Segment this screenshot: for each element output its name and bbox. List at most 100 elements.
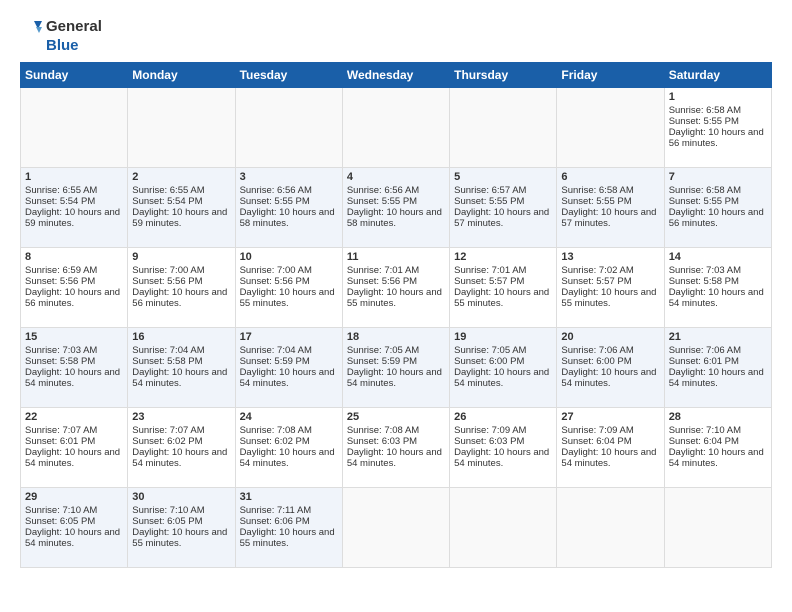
sunrise: Sunrise: 7:00 AM	[240, 265, 312, 276]
sunrise: Sunrise: 7:09 AM	[454, 425, 526, 436]
calendar-cell: 28Sunrise: 7:10 AMSunset: 6:04 PMDayligh…	[664, 407, 771, 487]
daylight: Daylight: 10 hours and 54 minutes.	[669, 287, 764, 309]
daylight: Daylight: 10 hours and 56 minutes.	[132, 287, 227, 309]
sunset: Sunset: 5:55 PM	[240, 196, 310, 207]
calendar-cell: 19Sunrise: 7:05 AMSunset: 6:00 PMDayligh…	[450, 327, 557, 407]
calendar-cell: 14Sunrise: 7:03 AMSunset: 5:58 PMDayligh…	[664, 247, 771, 327]
day-number: 2	[132, 171, 230, 183]
sunset: Sunset: 5:56 PM	[347, 276, 417, 287]
calendar-table: SundayMondayTuesdayWednesdayThursdayFrid…	[20, 62, 772, 568]
day-number: 1	[25, 171, 123, 183]
daylight: Daylight: 10 hours and 57 minutes.	[454, 207, 549, 229]
day-number: 23	[132, 411, 230, 423]
calendar-cell: 20Sunrise: 7:06 AMSunset: 6:00 PMDayligh…	[557, 327, 664, 407]
calendar-cell: 24Sunrise: 7:08 AMSunset: 6:02 PMDayligh…	[235, 407, 342, 487]
sunset: Sunset: 6:06 PM	[240, 516, 310, 527]
calendar-cell: 5Sunrise: 6:57 AMSunset: 5:55 PMDaylight…	[450, 167, 557, 247]
calendar-cell: 25Sunrise: 7:08 AMSunset: 6:03 PMDayligh…	[342, 407, 449, 487]
sunset: Sunset: 5:54 PM	[25, 196, 95, 207]
calendar-cell	[235, 87, 342, 167]
week-row-1: 1Sunrise: 6:55 AMSunset: 5:54 PMDaylight…	[21, 167, 772, 247]
sunset: Sunset: 5:55 PM	[669, 196, 739, 207]
week-row-5: 29Sunrise: 7:10 AMSunset: 6:05 PMDayligh…	[21, 487, 772, 567]
sunrise: Sunrise: 6:55 AM	[25, 185, 97, 196]
sunrise: Sunrise: 6:58 AM	[669, 105, 741, 116]
sunset: Sunset: 5:56 PM	[132, 276, 202, 287]
calendar-cell: 10Sunrise: 7:00 AMSunset: 5:56 PMDayligh…	[235, 247, 342, 327]
sunset: Sunset: 5:58 PM	[132, 356, 202, 367]
day-number: 1	[669, 91, 767, 103]
sunset: Sunset: 6:00 PM	[561, 356, 631, 367]
sunset: Sunset: 5:54 PM	[132, 196, 202, 207]
daylight: Daylight: 10 hours and 59 minutes.	[25, 207, 120, 229]
daylight: Daylight: 10 hours and 58 minutes.	[347, 207, 442, 229]
day-number: 18	[347, 331, 445, 343]
sunset: Sunset: 5:59 PM	[347, 356, 417, 367]
week-row-2: 8Sunrise: 6:59 AMSunset: 5:56 PMDaylight…	[21, 247, 772, 327]
sunset: Sunset: 6:05 PM	[25, 516, 95, 527]
week-row-4: 22Sunrise: 7:07 AMSunset: 6:01 PMDayligh…	[21, 407, 772, 487]
calendar-cell: 8Sunrise: 6:59 AMSunset: 5:56 PMDaylight…	[21, 247, 128, 327]
col-header-tuesday: Tuesday	[235, 62, 342, 87]
sunrise: Sunrise: 7:06 AM	[561, 345, 633, 356]
header-row: SundayMondayTuesdayWednesdayThursdayFrid…	[21, 62, 772, 87]
sunrise: Sunrise: 7:10 AM	[25, 505, 97, 516]
sunset: Sunset: 5:55 PM	[454, 196, 524, 207]
calendar-cell: 9Sunrise: 7:00 AMSunset: 5:56 PMDaylight…	[128, 247, 235, 327]
calendar-cell: 17Sunrise: 7:04 AMSunset: 5:59 PMDayligh…	[235, 327, 342, 407]
col-header-sunday: Sunday	[21, 62, 128, 87]
day-number: 5	[454, 171, 552, 183]
sunset: Sunset: 6:04 PM	[561, 436, 631, 447]
calendar-cell: 4Sunrise: 6:56 AMSunset: 5:55 PMDaylight…	[342, 167, 449, 247]
day-number: 4	[347, 171, 445, 183]
logo-line2: Blue	[46, 37, 102, 56]
day-number: 27	[561, 411, 659, 423]
calendar-cell	[557, 487, 664, 567]
daylight: Daylight: 10 hours and 54 minutes.	[561, 447, 656, 469]
sunrise: Sunrise: 7:07 AM	[132, 425, 204, 436]
daylight: Daylight: 10 hours and 54 minutes.	[347, 447, 442, 469]
daylight: Daylight: 10 hours and 57 minutes.	[561, 207, 656, 229]
daylight: Daylight: 10 hours and 54 minutes.	[561, 367, 656, 389]
calendar-cell	[342, 87, 449, 167]
sunset: Sunset: 5:55 PM	[669, 116, 739, 127]
day-number: 7	[669, 171, 767, 183]
daylight: Daylight: 10 hours and 56 minutes.	[669, 207, 764, 229]
calendar-cell: 1 Sunrise: 6:55 AMSunset: 5:54 PMDaylight…	[21, 167, 128, 247]
sunrise: Sunrise: 7:05 AM	[454, 345, 526, 356]
day-number: 8	[25, 251, 123, 263]
calendar-cell: 23Sunrise: 7:07 AMSunset: 6:02 PMDayligh…	[128, 407, 235, 487]
sunrise: Sunrise: 7:01 AM	[454, 265, 526, 276]
day-number: 3	[240, 171, 338, 183]
daylight: Daylight: 10 hours and 55 minutes.	[561, 287, 656, 309]
day-number: 12	[454, 251, 552, 263]
day-number: 13	[561, 251, 659, 263]
daylight: Daylight: 10 hours and 55 minutes.	[132, 527, 227, 549]
calendar-cell: 12Sunrise: 7:01 AMSunset: 5:57 PMDayligh…	[450, 247, 557, 327]
sunset: Sunset: 6:02 PM	[240, 436, 310, 447]
sunset: Sunset: 5:56 PM	[240, 276, 310, 287]
week-row-0: 1Sunrise: 6:58 AMSunset: 5:55 PMDaylight…	[21, 87, 772, 167]
day-number: 14	[669, 251, 767, 263]
sunset: Sunset: 6:03 PM	[347, 436, 417, 447]
calendar-cell: 15Sunrise: 7:03 AMSunset: 5:58 PMDayligh…	[21, 327, 128, 407]
sunrise: Sunrise: 7:11 AM	[240, 505, 312, 516]
calendar-cell: 3Sunrise: 6:56 AMSunset: 5:55 PMDaylight…	[235, 167, 342, 247]
daylight: Daylight: 10 hours and 54 minutes.	[669, 447, 764, 469]
calendar-cell	[342, 487, 449, 567]
daylight: Daylight: 10 hours and 54 minutes.	[454, 367, 549, 389]
daylight: Daylight: 10 hours and 54 minutes.	[347, 367, 442, 389]
calendar-cell: 29Sunrise: 7:10 AMSunset: 6:05 PMDayligh…	[21, 487, 128, 567]
calendar-cell: 18Sunrise: 7:05 AMSunset: 5:59 PMDayligh…	[342, 327, 449, 407]
calendar-cell: 26Sunrise: 7:09 AMSunset: 6:03 PMDayligh…	[450, 407, 557, 487]
calendar-cell: 21Sunrise: 7:06 AMSunset: 6:01 PMDayligh…	[664, 327, 771, 407]
sunrise: Sunrise: 6:58 AM	[669, 185, 741, 196]
daylight: Daylight: 10 hours and 54 minutes.	[669, 367, 764, 389]
daylight: Daylight: 10 hours and 54 minutes.	[25, 527, 120, 549]
sunrise: Sunrise: 7:09 AM	[561, 425, 633, 436]
calendar-cell: 7 Sunrise: 6:58 AMSunset: 5:55 PMDaylight…	[664, 167, 771, 247]
day-number: 28	[669, 411, 767, 423]
day-number: 19	[454, 331, 552, 343]
sunrise: Sunrise: 7:04 AM	[132, 345, 204, 356]
sunset: Sunset: 6:03 PM	[454, 436, 524, 447]
